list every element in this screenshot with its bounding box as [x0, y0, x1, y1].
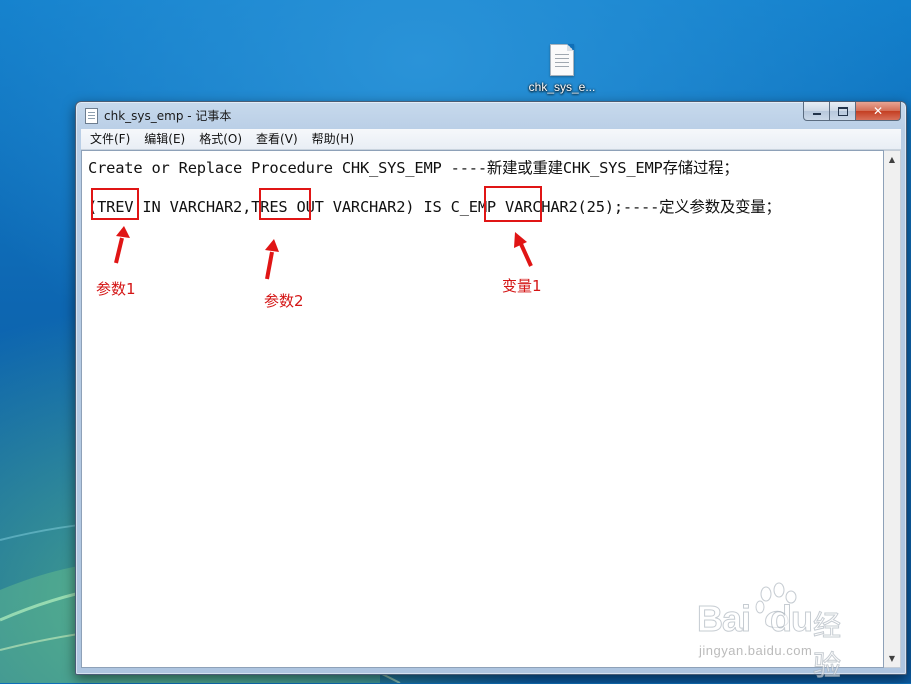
- baidu-watermark: Bai du 经验 jingyan.baidu.com: [696, 576, 867, 683]
- close-button[interactable]: ✕: [856, 102, 901, 121]
- minimize-button[interactable]: [803, 102, 830, 121]
- notepad-icon[interactable]: [85, 108, 98, 124]
- scroll-up-arrow-icon: ▲: [888, 155, 896, 164]
- vertical-scrollbar[interactable]: ▲ ▼: [884, 150, 901, 668]
- menu-help[interactable]: 帮助(H): [305, 129, 361, 149]
- scroll-up-button[interactable]: ▲: [884, 151, 900, 168]
- menu-file[interactable]: 文件(F): [81, 129, 137, 149]
- minimize-icon: [812, 113, 821, 115]
- caption-buttons: ✕: [803, 102, 901, 121]
- desktop-file-label: chk_sys_e...: [528, 80, 596, 94]
- annotation-label-param1: 参数1: [96, 280, 136, 298]
- scroll-down-button[interactable]: ▼: [884, 650, 900, 667]
- menu-edit[interactable]: 编辑(E): [137, 129, 192, 149]
- annotation-label-param2: 参数2: [264, 292, 304, 310]
- close-icon: ✕: [872, 104, 884, 118]
- watermark-chinese: 经验: [813, 609, 842, 683]
- annotation-box-c-emp: [484, 186, 542, 222]
- annotation-box-trev: [91, 188, 139, 220]
- text-file-icon: [550, 44, 574, 76]
- watermark-logo: Bai du: [696, 598, 813, 640]
- maximize-button[interactable]: [830, 102, 856, 121]
- desktop-file-icon[interactable]: chk_sys_e...: [520, 40, 604, 98]
- annotation-box-tres: [259, 188, 311, 220]
- menu-bar: 文件(F) 编辑(E) 格式(O) 查看(V) 帮助(H): [81, 129, 901, 150]
- title-bar[interactable]: chk_sys_emp - 记事本 ✕: [76, 102, 906, 128]
- annotation-label-var1: 变量1: [502, 277, 542, 295]
- window-title: chk_sys_emp - 记事本: [104, 109, 232, 123]
- watermark-url: jingyan.baidu.com: [699, 643, 813, 658]
- menu-format[interactable]: 格式(O): [192, 129, 249, 149]
- editor-line-1: Create or Replace Procedure CHK_SYS_EMP …: [88, 159, 739, 177]
- menu-view[interactable]: 查看(V): [249, 129, 305, 149]
- editor-line-2: (TREV IN VARCHAR2,TRES OUT VARCHAR2) IS …: [88, 198, 781, 216]
- maximize-icon: [837, 106, 848, 116]
- scroll-down-arrow-icon: ▼: [888, 654, 896, 663]
